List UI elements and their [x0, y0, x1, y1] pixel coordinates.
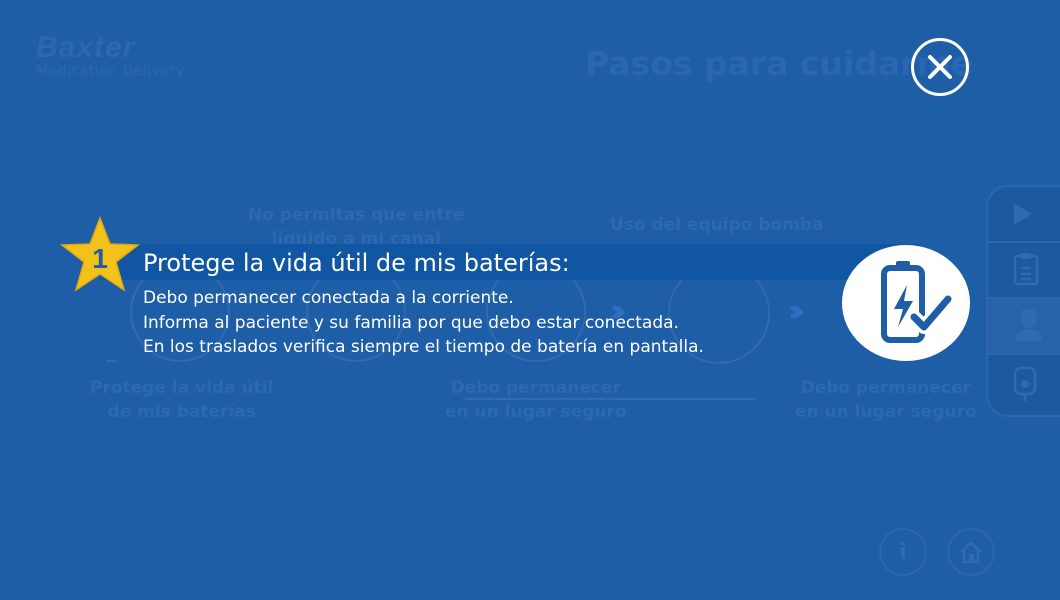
close-icon: [928, 55, 952, 79]
side-menu-clipboard[interactable]: [988, 243, 1060, 299]
popup-body: Debo permanecer conectada a la corriente…: [143, 286, 704, 360]
brand-name: Baxter: [36, 31, 136, 64]
step-label-line: de mis baterías: [107, 402, 256, 422]
side-menu-play[interactable]: [988, 187, 1060, 243]
home-icon: [960, 541, 982, 564]
battery-badge: [842, 245, 970, 361]
popup-title: Protege la vida útil de mis baterías:: [143, 249, 570, 277]
step-label-line: Debo permanecer: [450, 378, 621, 398]
step-label-line: en un lugar seguro: [795, 402, 977, 422]
side-menu-iv-bag[interactable]: [988, 355, 1060, 411]
step-label-batteries[interactable]: Protege la vida útil de mis baterías: [90, 376, 273, 424]
divider: [465, 398, 755, 400]
play-icon: [1014, 203, 1032, 225]
battery-check-icon: [881, 261, 955, 343]
step-label-safe-place-2[interactable]: Debo permanecer en un lugar seguro: [795, 376, 977, 424]
step-label-line: en un lugar seguro: [445, 402, 627, 422]
brand-subtitle: Medication Delivery: [36, 63, 185, 79]
home-button[interactable]: [947, 528, 995, 576]
step-number: 1: [92, 243, 108, 274]
side-menu-nurse[interactable]: [988, 299, 1060, 355]
iv-bag-icon: [1013, 366, 1037, 401]
step-label-safe-place[interactable]: Debo permanecer en un lugar seguro: [445, 376, 627, 424]
clipboard-icon: [1013, 253, 1039, 286]
step-label-pump[interactable]: Uso del equipo bomba: [610, 213, 824, 237]
step-label-line: Protege la vida útil: [90, 378, 274, 398]
baxter-logo: Baxter Medication Delivery: [36, 31, 185, 80]
popup-line: Informa al paciente y su familia por que…: [143, 312, 679, 333]
step-label-line: Uso del equipo bomba: [610, 215, 824, 235]
info-icon: i: [899, 539, 907, 565]
step-label-line: No permitas que entre: [248, 205, 465, 225]
nurse-icon: [1015, 310, 1043, 342]
popup-line: Debo permanecer conectada a la corriente…: [143, 288, 514, 308]
divider: [106, 360, 116, 362]
step-star-icon: 1: [60, 216, 140, 292]
step-label-line: Debo permanecer: [800, 378, 971, 398]
info-button[interactable]: i: [879, 528, 927, 576]
chevron-right-icon: ›››: [788, 294, 805, 329]
side-menu: [986, 185, 1060, 417]
popup-line: En los traslados verifica siempre el tie…: [143, 337, 704, 357]
close-button[interactable]: [911, 38, 969, 96]
